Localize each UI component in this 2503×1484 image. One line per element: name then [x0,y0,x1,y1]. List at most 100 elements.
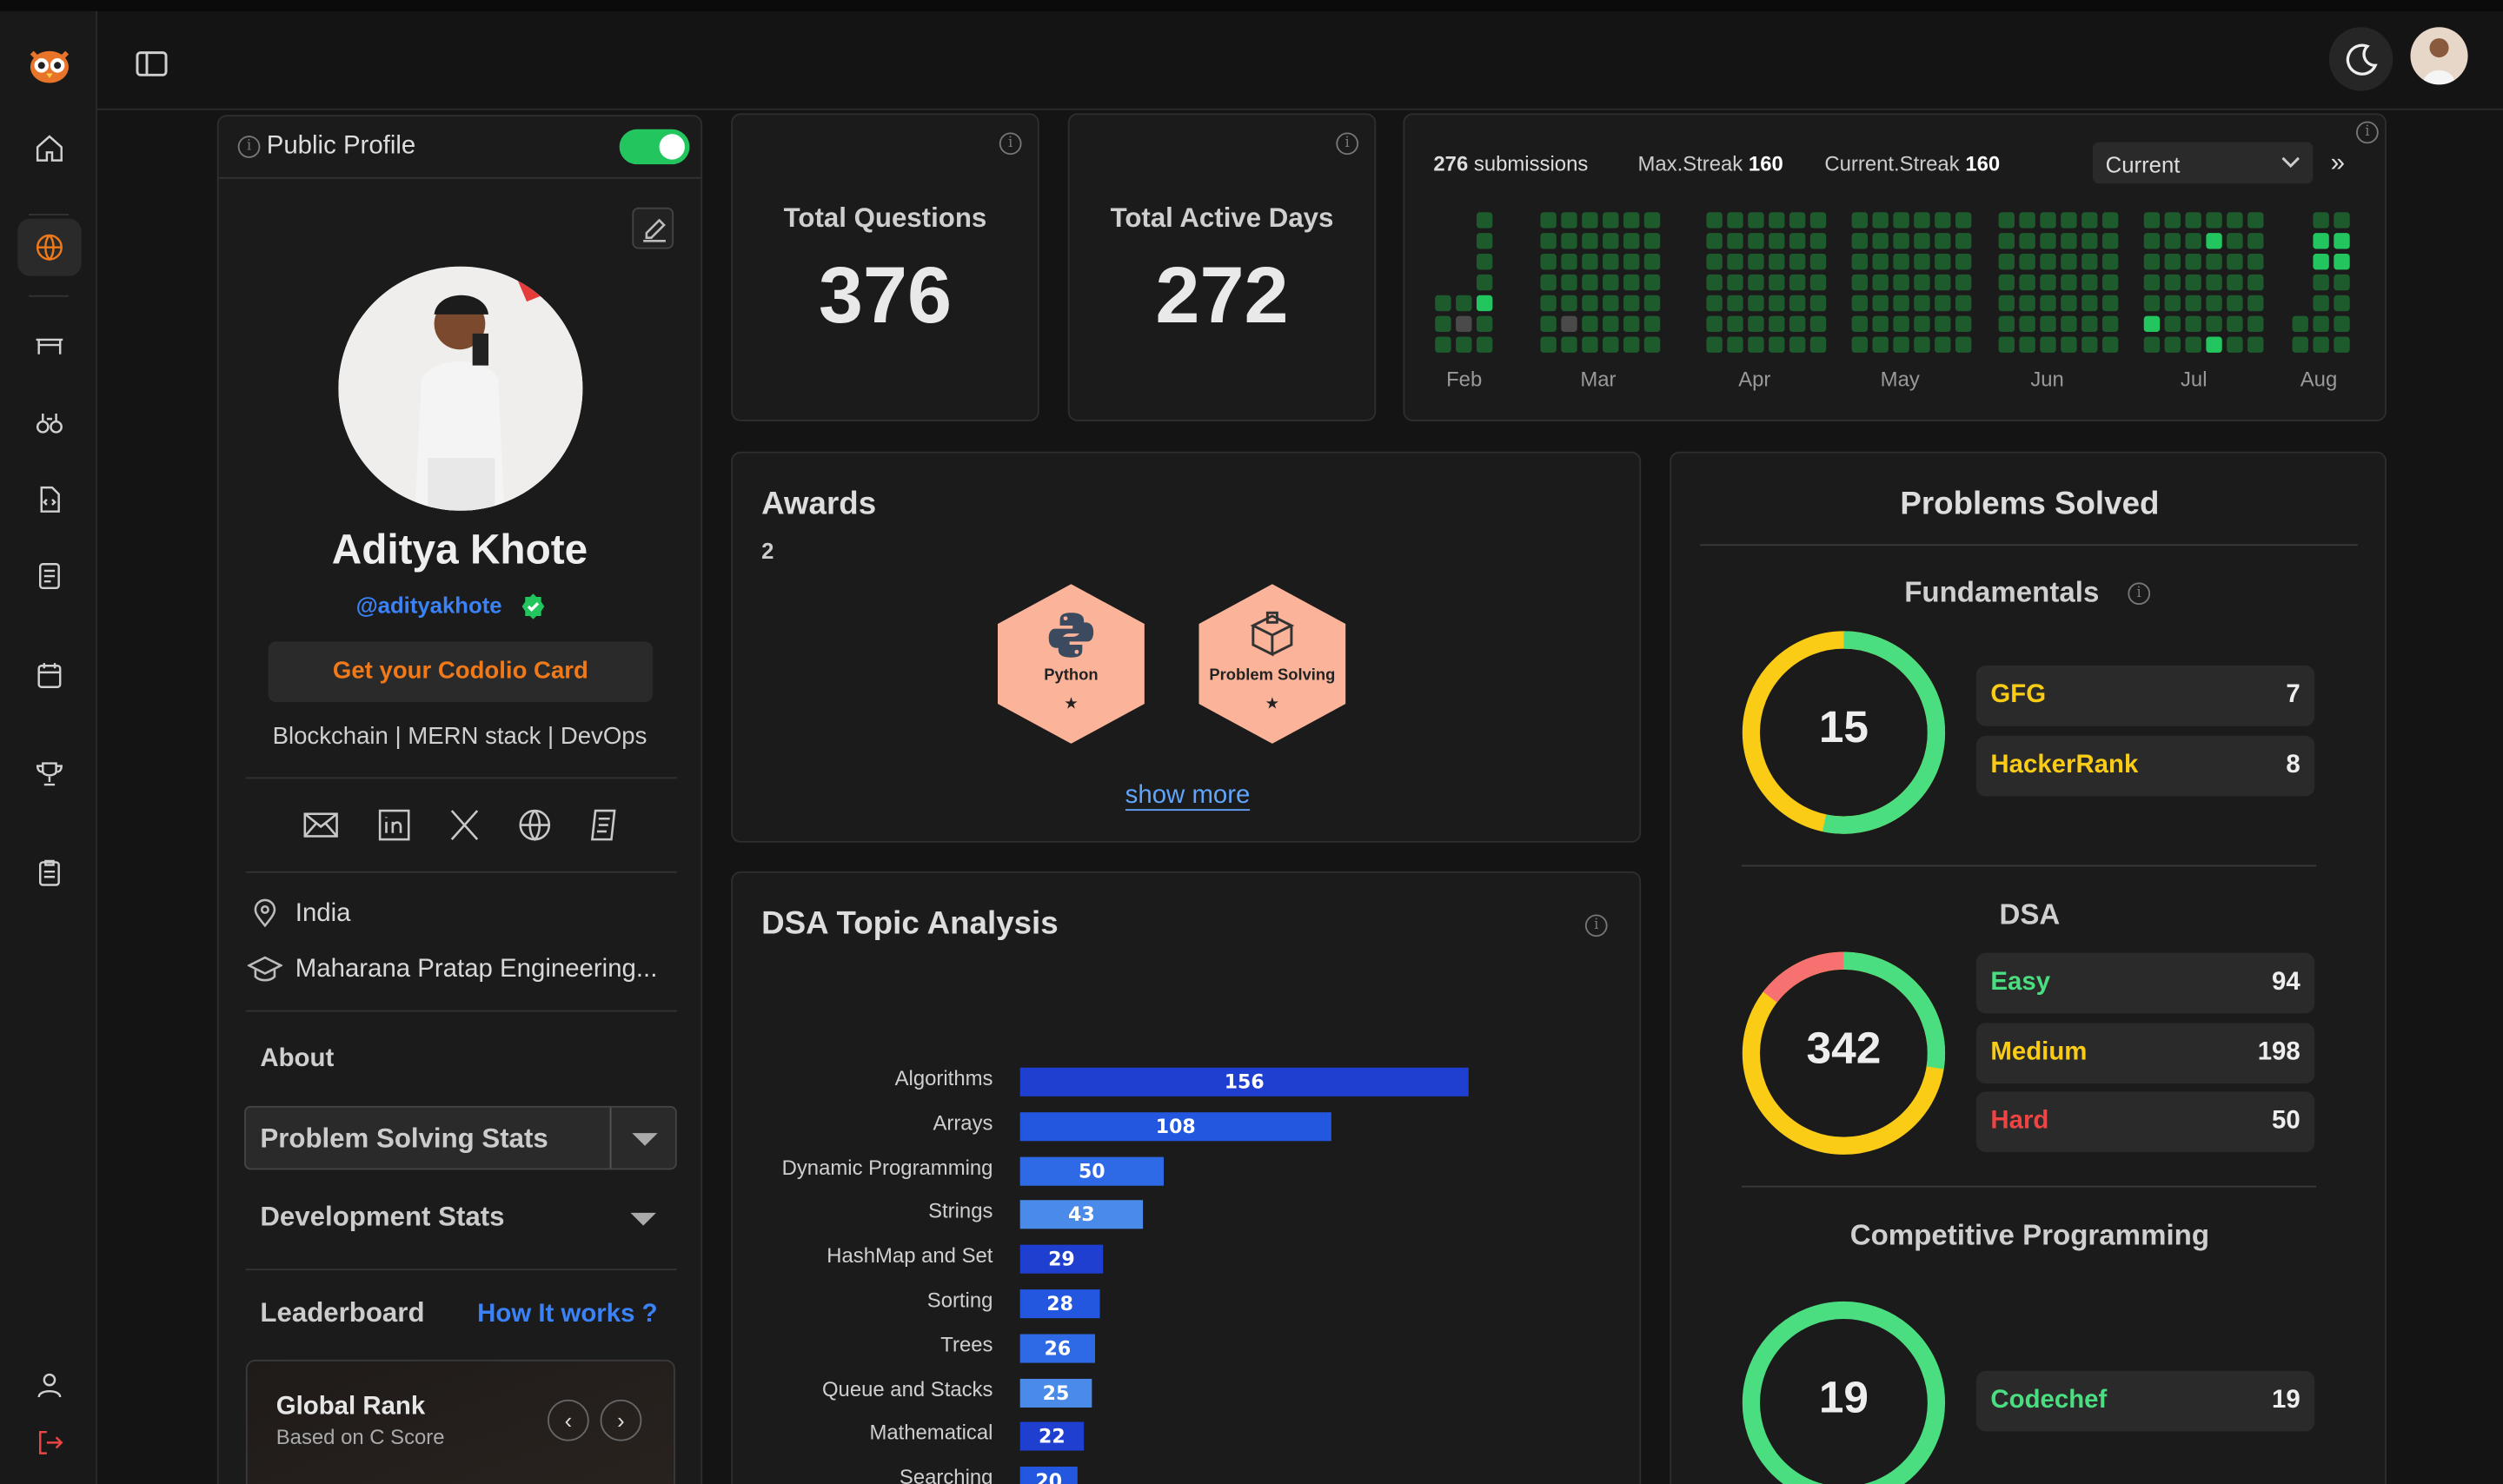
heatmap-cell[interactable] [1998,212,2015,229]
heatmap-cell[interactable] [1872,233,1889,249]
heatmap-cell[interactable] [2143,274,2161,291]
edit-icon[interactable] [632,207,674,249]
heatmap-cell[interactable] [1872,336,1889,353]
heatmap-cell[interactable] [1476,212,1493,229]
heatmap-cell[interactable] [2247,254,2264,270]
platform-pill-codechef[interactable]: Codechef 19 [1975,1370,2315,1432]
heatmap-cell[interactable] [2334,315,2350,333]
theme-toggle-moon-icon[interactable] [2328,27,2393,91]
heatmap-cell[interactable] [2164,212,2181,229]
heatmap-cell[interactable] [1809,336,1827,353]
heatmap-cell[interactable] [2101,295,2119,312]
heatmap-cell[interactable] [1789,274,1806,291]
heatmap-cell[interactable] [2313,295,2329,312]
heatmap-cell[interactable] [1643,274,1661,291]
python-badge[interactable]: Python ★ [997,584,1145,744]
dev-stats-label[interactable]: Development Stats [260,1202,504,1234]
heatmap-cell[interactable] [2143,336,2161,353]
heatmap-cell[interactable] [2185,233,2201,249]
heatmap-cell[interactable] [2061,336,2077,353]
heatmap-cell[interactable] [1582,254,1598,270]
heatmap-cell[interactable] [1561,295,1577,312]
resume-icon[interactable] [584,806,622,852]
heatmap-cell[interactable] [2040,212,2056,229]
heatmap-cell[interactable] [1998,274,2015,291]
heatmap-cell[interactable] [1769,315,1785,333]
heatmap-cell[interactable] [1872,212,1889,229]
heatmap-cell[interactable] [2227,212,2243,229]
heatmap-cell[interactable] [1914,233,1930,249]
heatmap-cell[interactable] [2019,254,2035,270]
heatmap-cell[interactable] [1603,315,1619,333]
heatmap-cell[interactable] [1748,274,1764,291]
heatmap-cell[interactable] [1540,315,1557,333]
heatmap-cell[interactable] [2081,295,2098,312]
info-icon[interactable]: i [237,136,261,158]
heatmap-cell[interactable] [2019,315,2035,333]
heatmap-cell[interactable] [1561,254,1577,270]
heatmap-cell[interactable] [2227,315,2243,333]
heatmap-cell[interactable] [1748,212,1764,229]
info-icon[interactable]: i [999,132,1022,156]
heatmap-cell[interactable] [2185,212,2201,229]
show-more-link[interactable]: show more [1125,782,1251,812]
problem-stats-select[interactable]: Problem Solving Stats [244,1105,677,1170]
heatmap-cell[interactable] [1935,254,1951,270]
heatmap-cell[interactable] [1706,336,1723,353]
code-file-icon[interactable] [17,471,81,528]
heatmap-cell[interactable] [2040,254,2056,270]
heatmap-cell[interactable] [1623,336,1640,353]
heatmap-cell[interactable] [1456,336,1472,353]
heatmap-cell[interactable] [1540,295,1557,312]
heatmap-cell[interactable] [1435,295,1451,312]
heatmap-cell[interactable] [1872,274,1889,291]
heatmap-cell[interactable] [2247,274,2264,291]
heatmap-cell[interactable] [1935,295,1951,312]
heatmap-cell[interactable] [2247,212,2264,229]
heatmap-cell[interactable] [1955,254,1972,270]
heatmap-cell[interactable] [2143,315,2161,333]
heatmap-cell[interactable] [1748,295,1764,312]
heatmap-cell[interactable] [2019,336,2035,353]
heatmap-cell[interactable] [2292,336,2308,353]
heatmap-cell[interactable] [1582,274,1598,291]
heatmap-cell[interactable] [1893,274,1909,291]
heatmap-cell[interactable] [2061,295,2077,312]
heatmap-cell[interactable] [2247,315,2264,333]
heatmap-cell[interactable] [1769,295,1785,312]
heatmap-cell[interactable] [2101,254,2119,270]
heatmap-cell[interactable] [1809,254,1827,270]
heatmap-cell[interactable] [2164,233,2181,249]
heatmap-cell[interactable] [1643,315,1661,333]
user-icon[interactable] [17,1356,81,1414]
public-profile-toggle[interactable] [619,129,690,165]
heatmap-cell[interactable] [1809,233,1827,249]
info-icon[interactable]: i [1584,914,1608,937]
heatmap-cell[interactable] [2292,315,2308,333]
heatmap-cell[interactable] [2081,315,2098,333]
heatmap-cell[interactable] [1540,274,1557,291]
heatmap-cell[interactable] [1955,233,1972,249]
heatmap-cell[interactable] [1582,315,1598,333]
heatmap-cell[interactable] [1623,254,1640,270]
heatmap-cell[interactable] [1935,274,1951,291]
prev-arrow-icon[interactable]: ‹ [548,1399,589,1441]
heatmap-cell[interactable] [1561,336,1577,353]
heatmap-cell[interactable] [2334,233,2350,249]
sidebar-toggle-icon[interactable] [136,50,168,78]
heatmap-cell[interactable] [1643,295,1661,312]
heatmap-cell[interactable] [2061,315,2077,333]
heatmap-cell[interactable] [2206,315,2222,333]
heatmap-cell[interactable] [1789,233,1806,249]
heatmap-cell[interactable] [1998,315,2015,333]
heatmap-cell[interactable] [2143,254,2161,270]
heatmap-cell[interactable] [2206,295,2222,312]
heatmap-cell[interactable] [1851,212,1868,229]
heatmap-cell[interactable] [1623,212,1640,229]
heatmap-cell[interactable] [1851,295,1868,312]
profile-handle[interactable]: @adityakhote [356,592,502,617]
heatmap-cell[interactable] [1851,274,1868,291]
heatmap-cell[interactable] [1748,254,1764,270]
heatmap-cell[interactable] [2040,295,2056,312]
heatmap-cell[interactable] [1706,233,1723,249]
